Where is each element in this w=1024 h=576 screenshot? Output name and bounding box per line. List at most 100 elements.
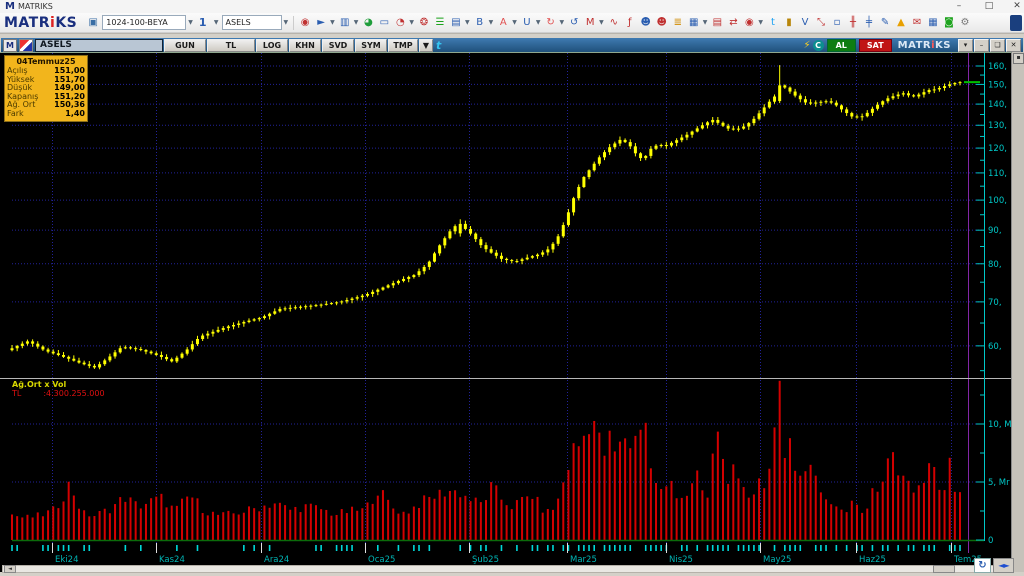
chart-close-button[interactable]: ✕: [1006, 39, 1021, 52]
sync-icon[interactable]: ⇄: [726, 16, 740, 30]
pie-chart-icon[interactable]: ◕: [361, 16, 375, 30]
depth-icon[interactable]: ☰: [433, 16, 447, 30]
horizontal-scrollbar[interactable]: [2, 565, 1010, 573]
price-axis-label: 60,: [988, 342, 1002, 352]
strip-button[interactable]: ▪: [1013, 53, 1024, 64]
candle-down-icon[interactable]: ╪: [862, 16, 876, 30]
journal-icon[interactable]: ▤: [449, 16, 463, 30]
documents-icon[interactable]: ▤: [710, 16, 724, 30]
traffic-light-icon[interactable]: ≣: [671, 16, 685, 30]
annotation-a-icon[interactable]: A: [496, 16, 510, 30]
chart-minimize-button[interactable]: –: [974, 39, 989, 52]
chevron-down-icon[interactable]: ▼: [214, 19, 219, 26]
ruler-icon[interactable]: ⤡: [814, 16, 828, 30]
users-icon[interactable]: ☻: [655, 16, 669, 30]
user-icon[interactable]: ☻: [639, 16, 653, 30]
pointer-icon[interactable]: ►: [314, 16, 328, 30]
chart-symbol-field[interactable]: ASELS: [35, 39, 163, 52]
ohlc-info-box: 04Temmuz25 Açılış 151,00 Yüksek 151,70 Düşük…: [4, 55, 88, 122]
button-svd[interactable]: SVD: [322, 39, 354, 52]
chart-type-icon[interactable]: ▥: [338, 16, 352, 30]
chevron-down-icon[interactable]: ▼: [512, 19, 517, 26]
menu-grid-icon[interactable]: [1010, 15, 1022, 31]
window-icon[interactable]: ▫: [830, 16, 844, 30]
chevron-down-icon[interactable]: ▼: [560, 19, 565, 26]
twitter-icon[interactable]: t: [436, 39, 441, 52]
clock-icon[interactable]: ◔: [393, 16, 407, 30]
symbol-search-input[interactable]: ASELS: [221, 15, 282, 30]
price-axis-label: 160,: [988, 62, 1007, 72]
button-tmp[interactable]: TMP: [388, 39, 418, 52]
button-sym[interactable]: SYM: [355, 39, 387, 52]
buy-button[interactable]: AL: [826, 39, 856, 52]
chevron-down-icon[interactable]: ▼: [758, 19, 763, 26]
monitor-icon[interactable]: ▭: [377, 16, 391, 30]
sell-button[interactable]: SAT: [858, 39, 892, 52]
chart-dropdown-caret[interactable]: ▼: [419, 39, 433, 52]
chevron-down-icon[interactable]: ▼: [599, 19, 604, 26]
chat-icon[interactable]: ◙: [942, 16, 956, 30]
code-icon[interactable]: ▮: [782, 16, 796, 30]
workspace-select[interactable]: 1024-100-BEYA: [102, 15, 187, 30]
function-icon[interactable]: ƒ: [623, 16, 637, 30]
chart-menu-caret[interactable]: ▾: [958, 39, 973, 52]
line-chart-icon[interactable]: ∿: [607, 16, 621, 30]
scroll-thumb[interactable]: [933, 565, 955, 573]
maximize-button[interactable]: □: [976, 0, 1002, 13]
chevron-down-icon[interactable]: ▼: [536, 19, 541, 26]
matriks-m-logo: M: [5, 1, 15, 12]
bold-icon[interactable]: B: [473, 16, 487, 30]
price-axis-label: 140,: [988, 100, 1007, 110]
c-badge-icon[interactable]: C: [812, 40, 824, 51]
history-icon[interactable]: ↺: [567, 16, 581, 30]
scroll-left-arrow[interactable]: ◄: [4, 565, 16, 573]
save-icon[interactable]: ▣: [86, 16, 100, 30]
minimize-button[interactable]: –: [946, 0, 972, 13]
month-label: Mar25: [570, 555, 597, 565]
zoom-icon[interactable]: ◉: [298, 16, 312, 30]
lightning-icon[interactable]: ⚡: [804, 40, 811, 51]
right-scroll-strip[interactable]: ▪: [1011, 52, 1024, 572]
unit-button-tl[interactable]: TL: [207, 39, 255, 52]
button-khn[interactable]: KHN: [289, 39, 321, 52]
chevron-down-icon[interactable]: ▼: [188, 19, 193, 26]
indicator-label: Ağ.Ort x Vol: [12, 380, 67, 389]
page-number[interactable]: 1: [196, 16, 212, 29]
draw-icon[interactable]: ✎: [878, 16, 892, 30]
chevron-down-icon[interactable]: ▼: [354, 19, 359, 26]
window-title: MATRIKS: [17, 2, 53, 11]
calculator-icon[interactable]: ▦: [926, 16, 940, 30]
underline-icon[interactable]: U: [520, 16, 534, 30]
sync-button[interactable]: ↻: [974, 558, 991, 573]
period-button-gun[interactable]: GUN: [164, 39, 206, 52]
matriks-brand-logo: MATRiKS: [4, 14, 78, 31]
alert-bell-icon[interactable]: ▲: [894, 16, 908, 30]
matriks-small-logo: MATRiKS: [897, 40, 951, 51]
chevron-down-icon[interactable]: ▼: [409, 19, 414, 26]
twitter-icon[interactable]: t: [766, 16, 780, 30]
candle-up-icon[interactable]: ╫: [846, 16, 860, 30]
chevron-down-icon[interactable]: ▼: [489, 19, 494, 26]
matriks-window-icon: M: [3, 39, 17, 52]
chart-titlebar[interactable]: M ASELS GUN TL LOG KHN SVD SYM TMP ▼ t ⚡…: [1, 38, 1023, 53]
settings-gears-icon[interactable]: ⚙: [958, 16, 972, 30]
close-button[interactable]: ✕: [1004, 0, 1024, 13]
matriks-m-icon[interactable]: M: [583, 16, 597, 30]
month-label: Şub25: [472, 555, 499, 565]
scale-button-log[interactable]: LOG: [256, 39, 288, 52]
calendar-icon[interactable]: ▦: [687, 16, 701, 30]
palette-icon[interactable]: ❂: [417, 16, 431, 30]
v-icon[interactable]: V: [798, 16, 812, 30]
chevron-down-icon[interactable]: ▼: [330, 19, 335, 26]
chevron-down-icon[interactable]: ▼: [284, 19, 289, 26]
price-volume-chart[interactable]: 160, 150, 140, 130, 120, 110, 100, 90, 80, 70, 60,…: [0, 52, 1024, 572]
refresh-icon[interactable]: ↻: [544, 16, 558, 30]
chevron-down-icon[interactable]: ▼: [703, 19, 708, 26]
price-axis-label: 70,: [988, 298, 1002, 308]
chart-restore-button[interactable]: ❏: [990, 39, 1005, 52]
price-axis-label: 150,: [988, 80, 1007, 90]
mail-icon[interactable]: ✉: [910, 16, 924, 30]
bar-navigation-button[interactable]: ◄►: [993, 558, 1014, 573]
search-icon[interactable]: ◉: [742, 16, 756, 30]
chevron-down-icon[interactable]: ▼: [465, 19, 470, 26]
